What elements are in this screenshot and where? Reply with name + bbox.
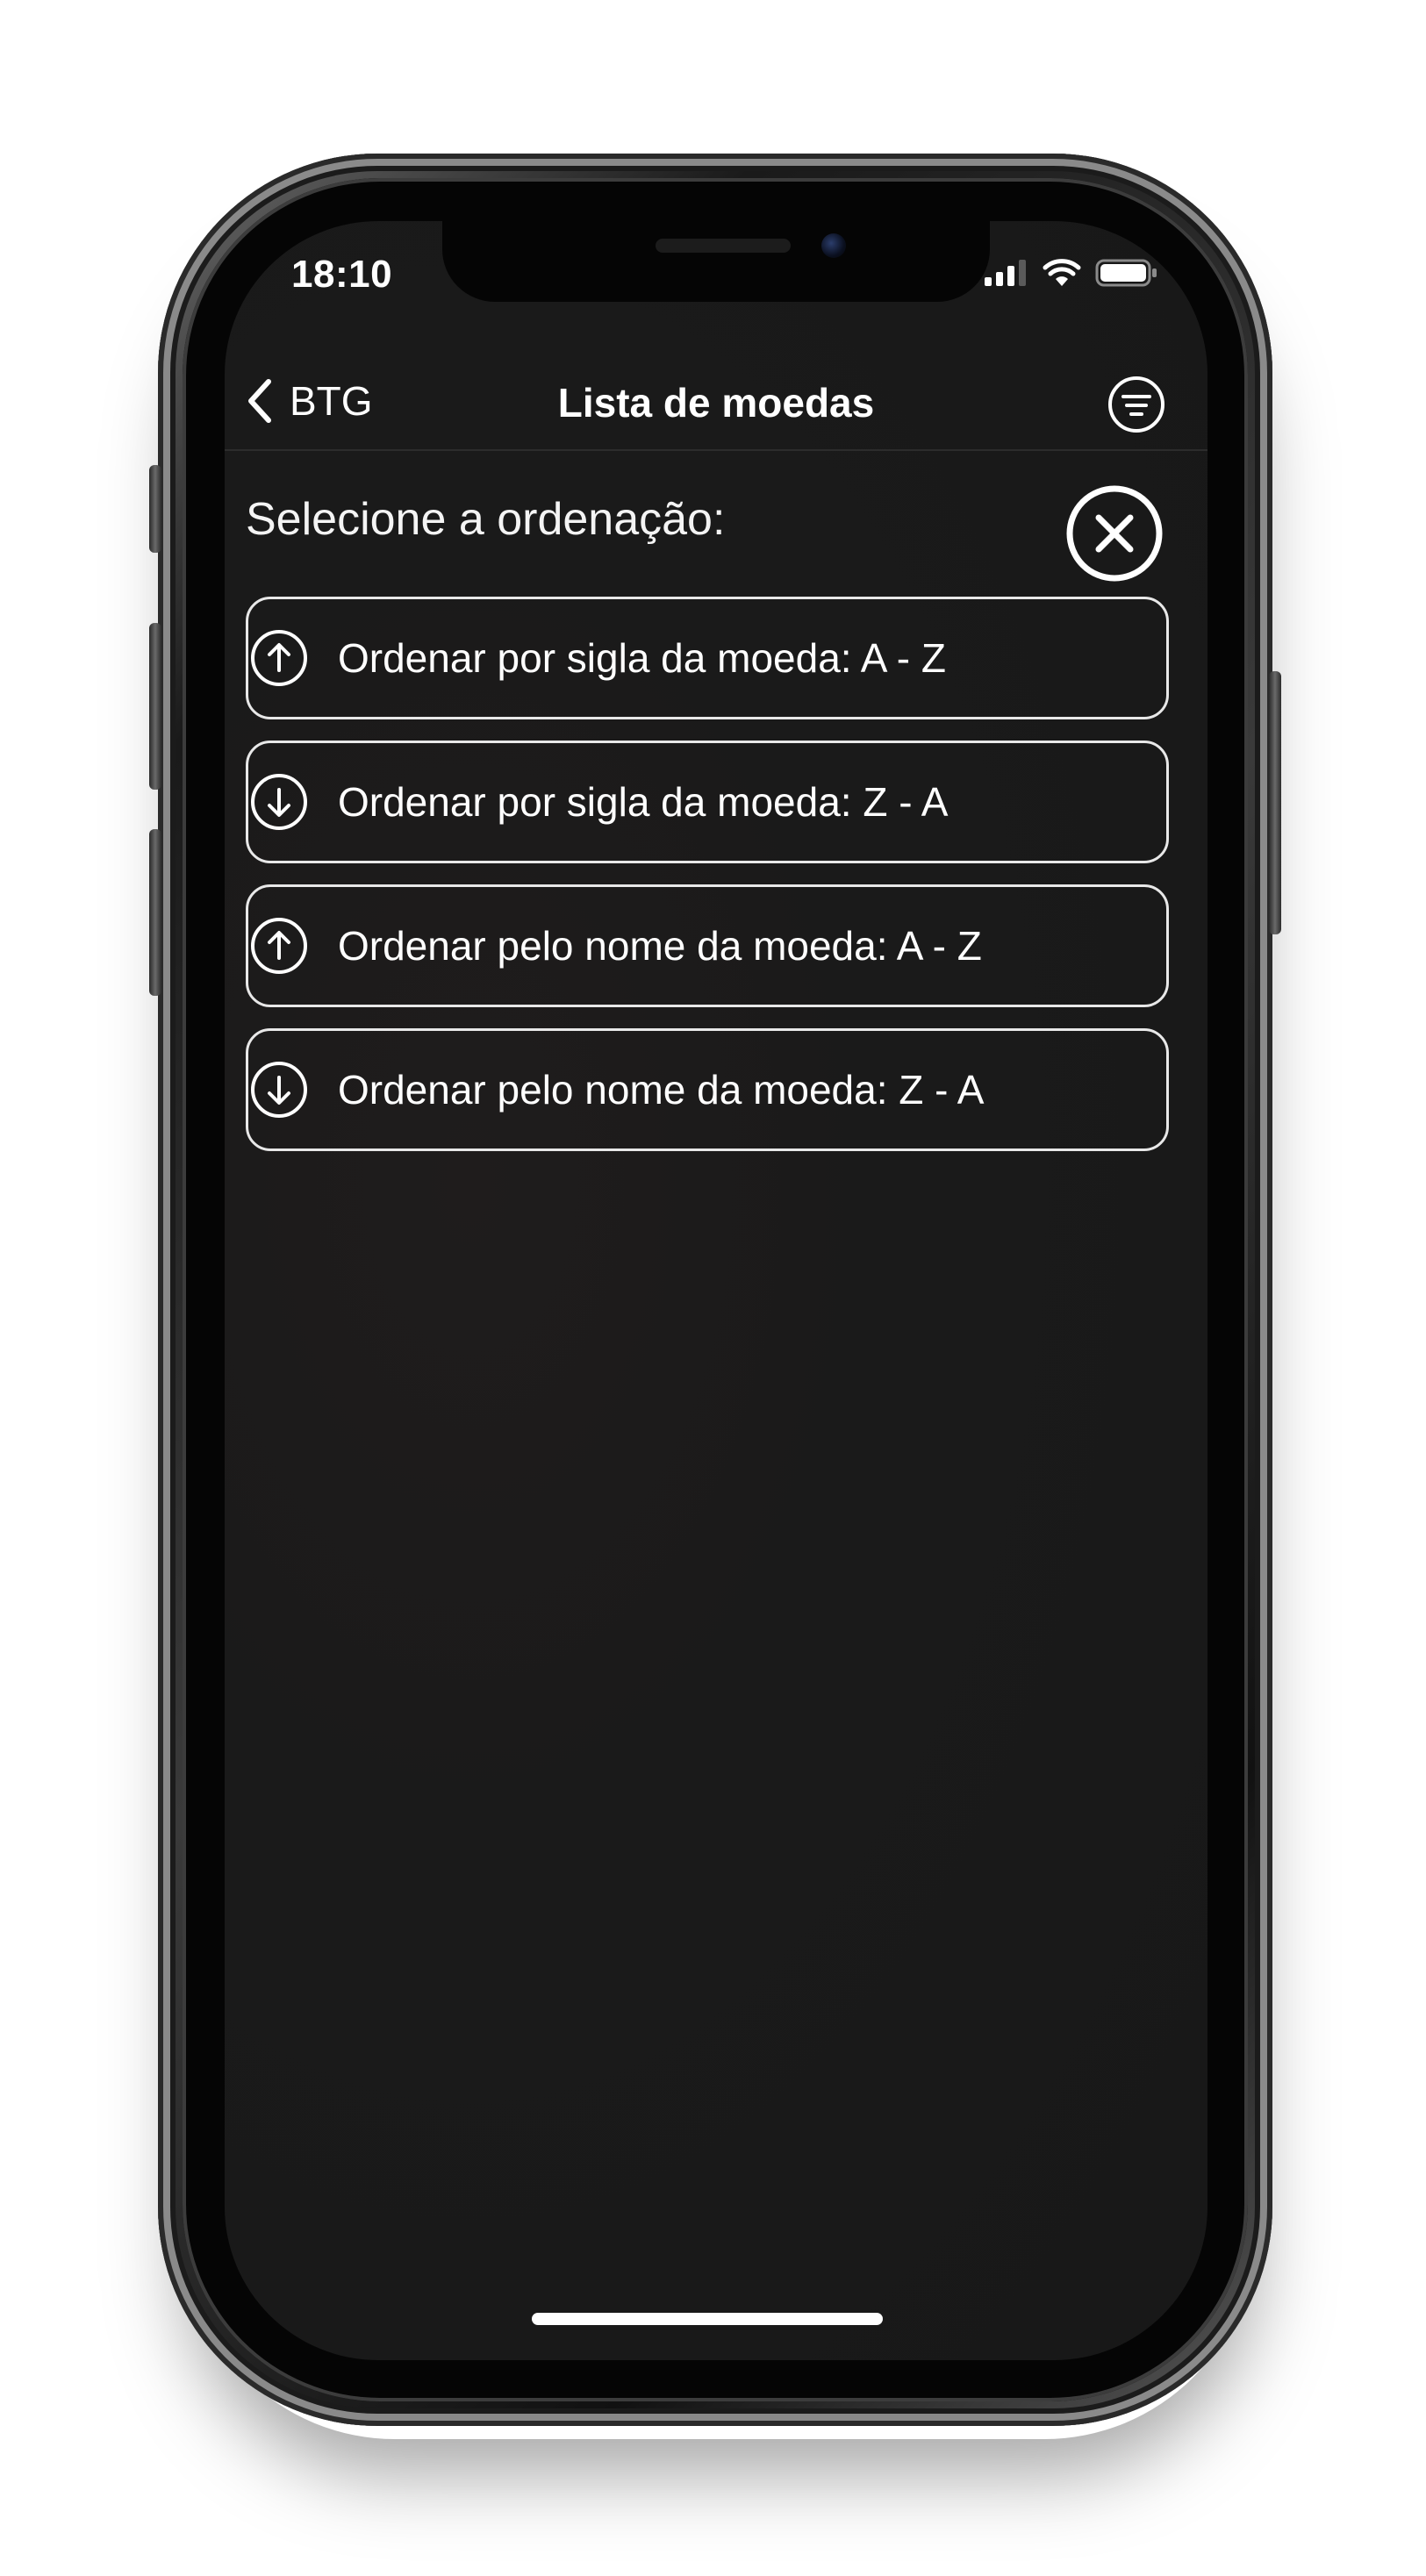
arrow-down-circle-icon	[251, 774, 307, 830]
arrow-up-circle-icon	[251, 630, 307, 686]
volume-down-button	[149, 829, 161, 996]
sort-option-label: Ordenar por sigla da moeda: A - Z	[338, 635, 946, 681]
navigation-bar: BTG Lista de moedas	[225, 353, 1207, 451]
mute-switch	[149, 465, 161, 553]
wifi-icon	[1043, 259, 1081, 286]
page-background: 18:10 BTG Lista de moedas Selecione a or…	[0, 0, 1426, 2576]
arrow-down-circle-icon	[251, 1062, 307, 1118]
front-camera	[821, 233, 846, 258]
home-indicator[interactable]	[532, 2313, 883, 2325]
sort-option-label: Ordenar pelo nome da moeda: Z - A	[338, 1067, 985, 1113]
sort-option-label: Ordenar por sigla da moeda: Z - A	[338, 779, 949, 825]
status-icons	[985, 258, 1158, 288]
close-circle-icon	[1066, 485, 1163, 582]
battery-icon	[1095, 259, 1157, 287]
sort-option-nome-asc[interactable]: Ordenar pelo nome da moeda: A - Z	[246, 884, 1169, 1007]
notch	[442, 221, 990, 302]
sort-option-sigla-desc[interactable]: Ordenar por sigla da moeda: Z - A	[246, 741, 1169, 863]
sort-option-sigla-asc[interactable]: Ordenar por sigla da moeda: A - Z	[246, 597, 1169, 719]
filter-button[interactable]	[1107, 376, 1165, 433]
sort-panel-title: Selecione a ordenação:	[246, 494, 726, 545]
earpiece-speaker	[656, 239, 791, 253]
page-title: Lista de moedas	[557, 380, 875, 426]
arrow-up-circle-icon	[251, 918, 307, 974]
sort-option-nome-desc[interactable]: Ordenar pelo nome da moeda: Z - A	[246, 1028, 1169, 1151]
status-time: 18:10	[291, 253, 393, 296]
volume-up-button	[149, 623, 161, 790]
filter-icon	[1108, 376, 1164, 433]
sort-option-label: Ordenar pelo nome da moeda: A - Z	[338, 923, 982, 969]
close-button[interactable]	[1065, 484, 1164, 583]
power-button	[1269, 671, 1281, 934]
app-screen: 18:10 BTG Lista de moedas Selecione a or…	[225, 221, 1207, 2360]
cellular-signal-icon	[985, 260, 1026, 286]
